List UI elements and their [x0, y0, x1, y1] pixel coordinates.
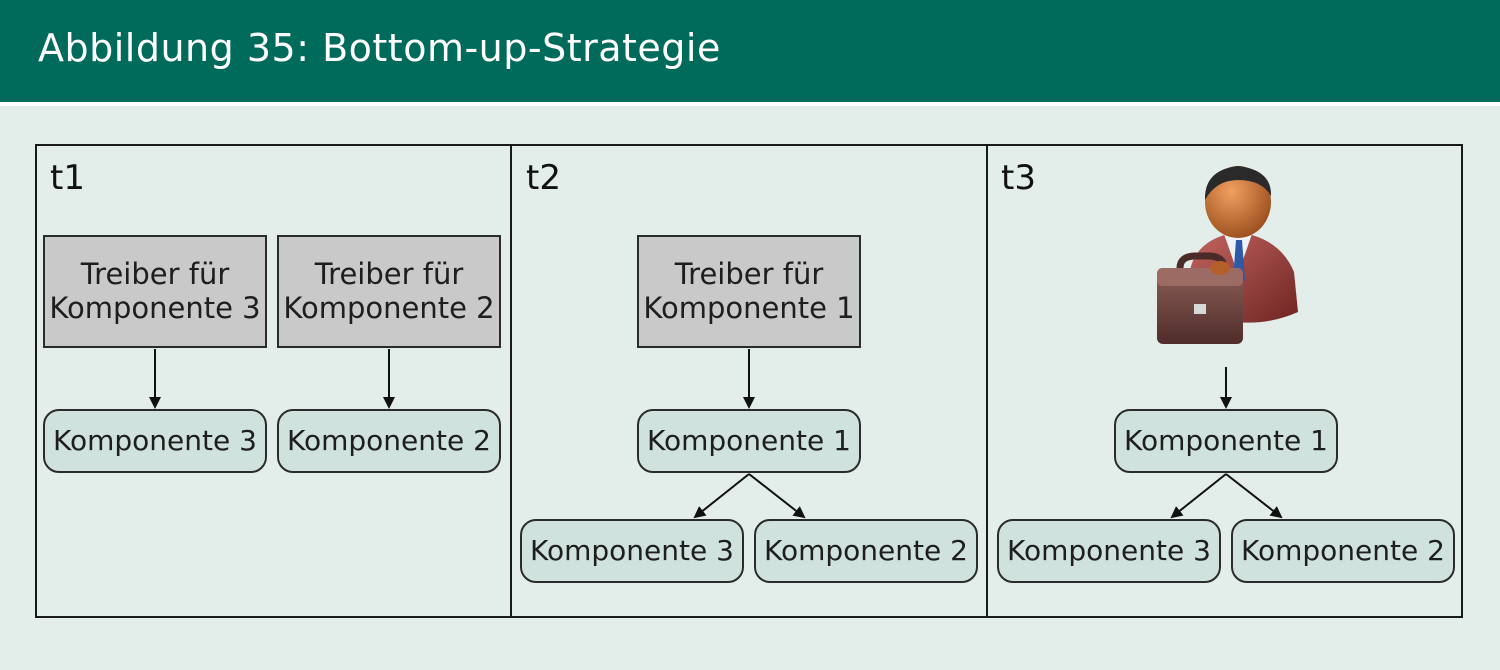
- arrow-component-to-sub: [1170, 473, 1227, 519]
- arrow-component-to-sub: [748, 473, 806, 519]
- arrow-layer: [149, 349, 1283, 519]
- arrow-component-to-sub: [1225, 473, 1283, 519]
- arrow-component-to-sub: [693, 473, 750, 519]
